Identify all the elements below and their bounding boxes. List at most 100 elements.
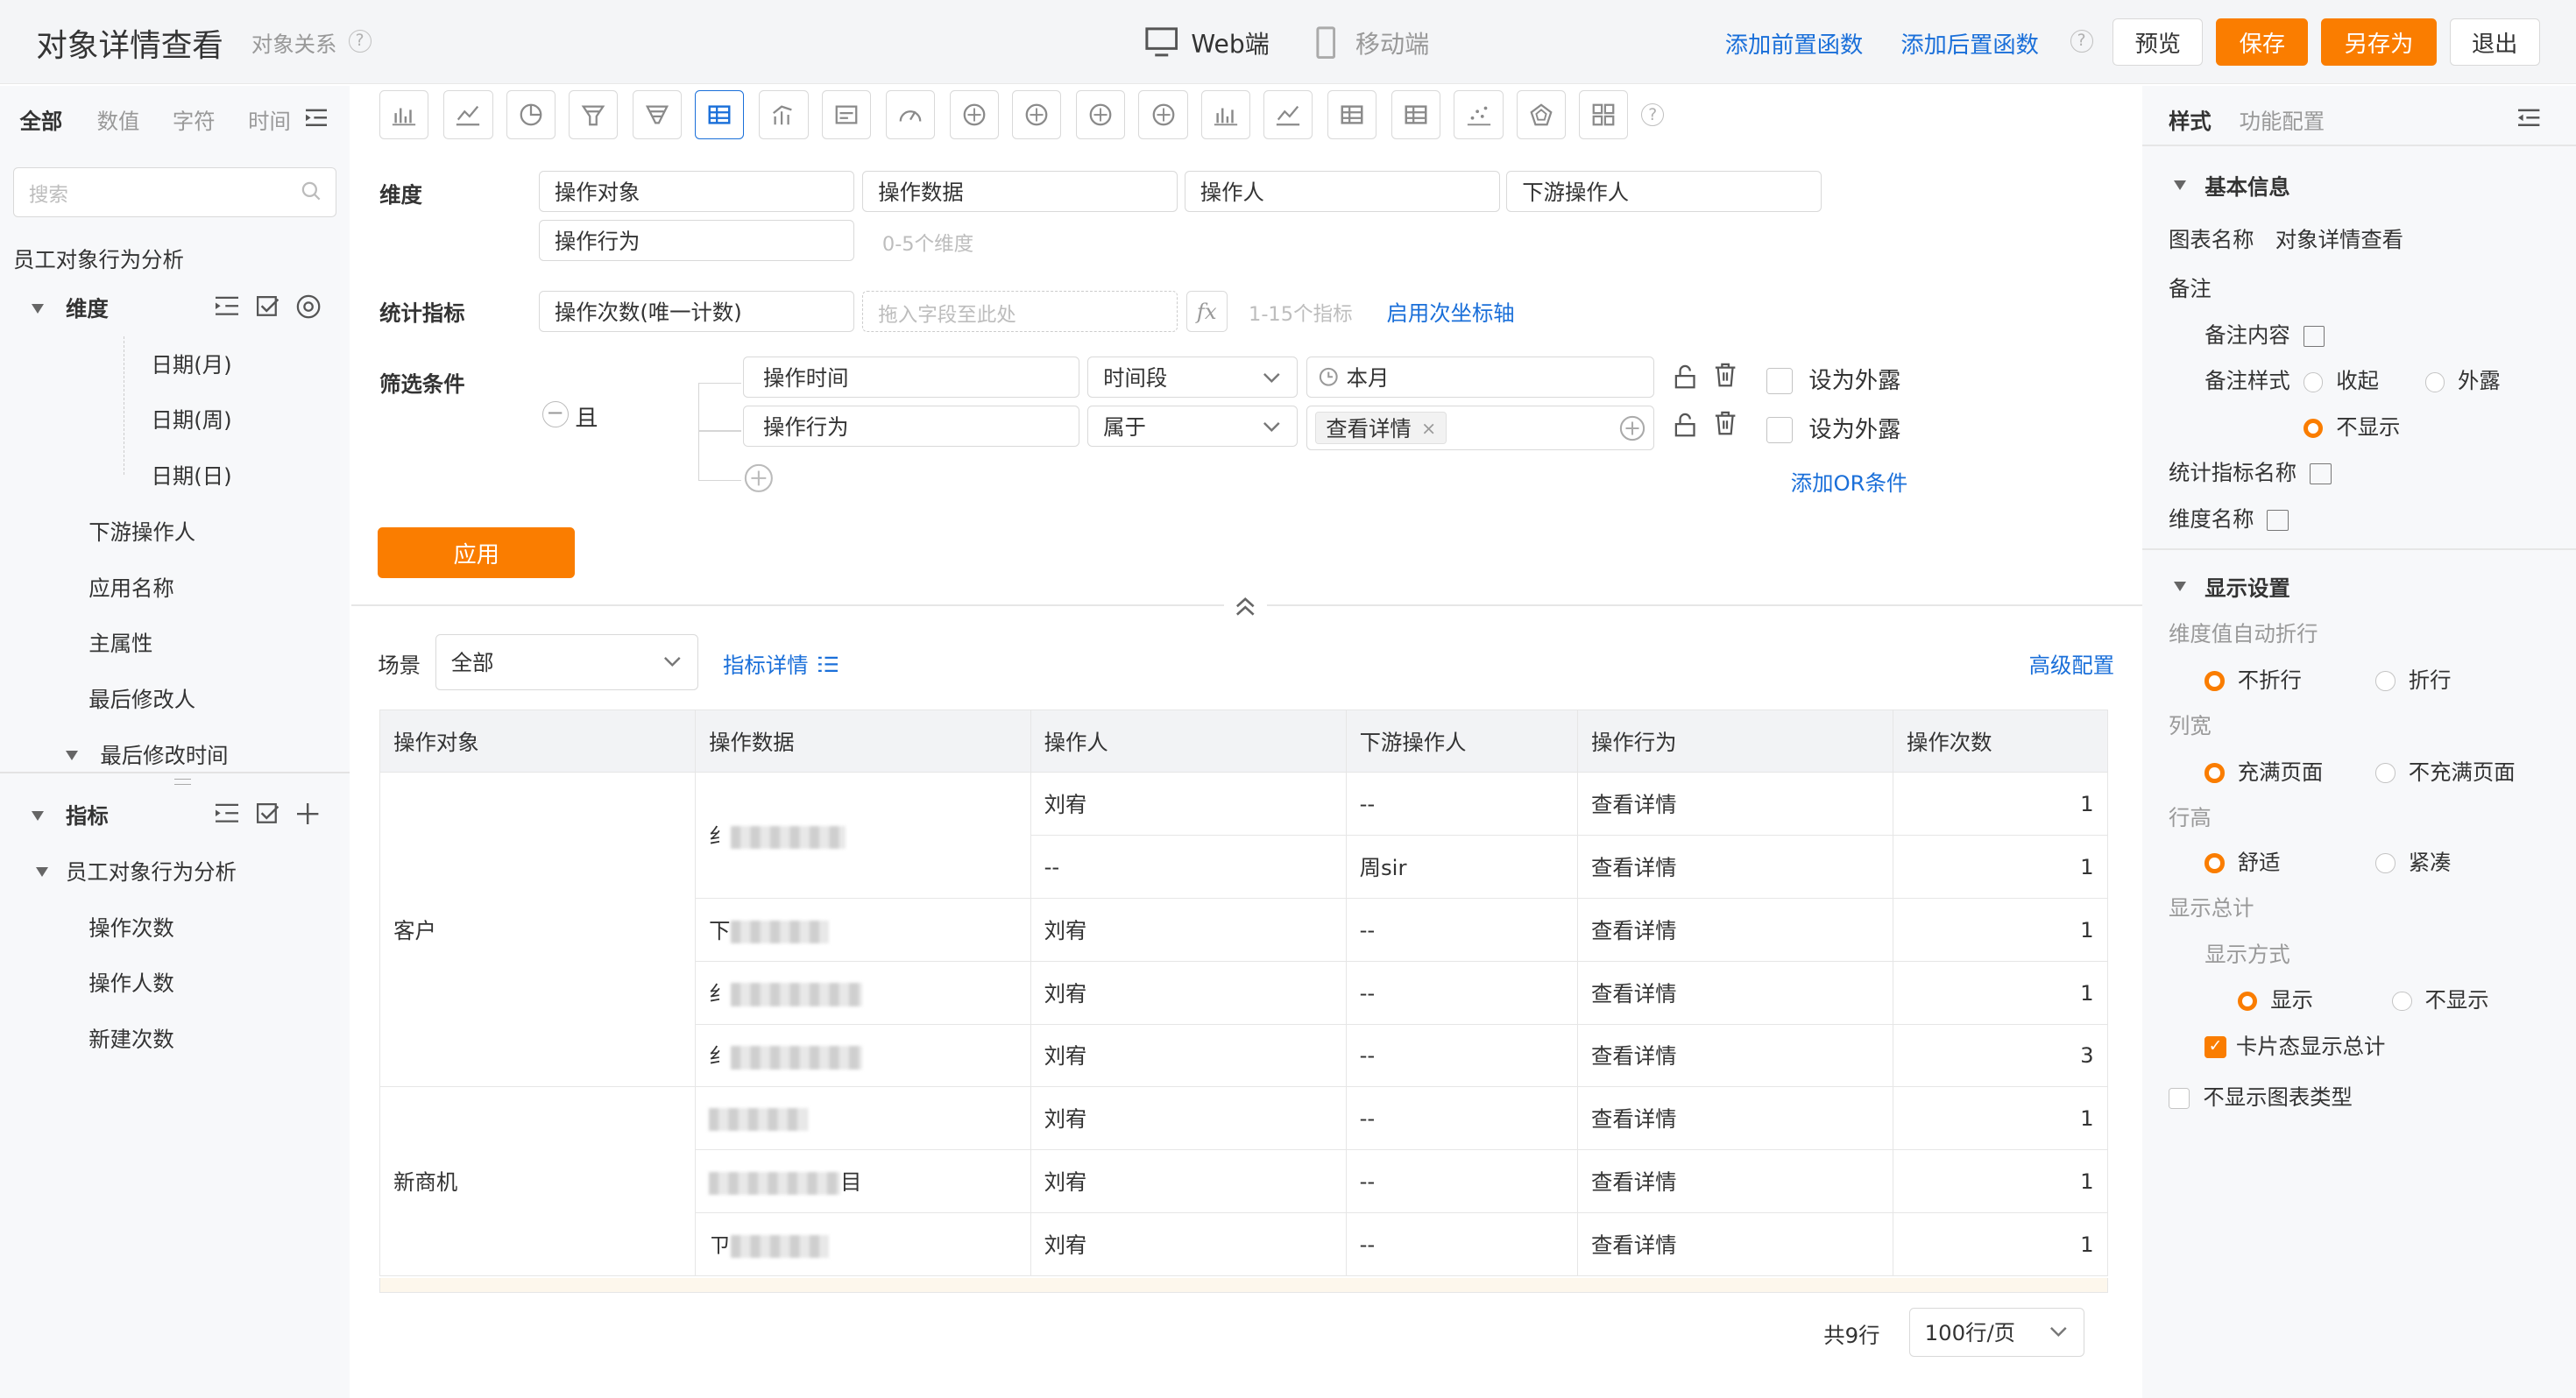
add-or-link[interactable]: 添加OR条件 xyxy=(1791,467,1908,498)
hide-chart-type-option[interactable]: 不显示图表类型 xyxy=(2169,1081,2353,1112)
dimension-field-downstream[interactable]: 下游操作人 xyxy=(1506,171,1822,212)
radio-selected-icon[interactable] xyxy=(2204,853,2225,873)
settings-icon[interactable] xyxy=(296,294,321,319)
filter1-expose[interactable]: 设为外露 xyxy=(1766,362,1900,395)
add-icon[interactable] xyxy=(297,802,319,825)
batch-select-icon[interactable] xyxy=(256,295,280,317)
remove-group-icon[interactable]: − xyxy=(541,400,569,427)
edit-icon[interactable] xyxy=(2267,509,2289,531)
card-total-option[interactable]: ✓ 卡片态显示总计 xyxy=(2204,1030,2385,1061)
metric-detail-link[interactable]: 指标详情 xyxy=(723,649,839,680)
radio-icon[interactable] xyxy=(2392,991,2412,1012)
edit-icon[interactable] xyxy=(2310,463,2332,485)
metric-item-op-users[interactable]: 操作人数 xyxy=(88,967,173,998)
display-collapse-icon[interactable] xyxy=(2173,581,2186,591)
save-button[interactable]: 保存 xyxy=(2216,18,2309,66)
radio-selected-icon[interactable] xyxy=(2204,671,2225,691)
dim-item-app-name[interactable]: 应用名称 xyxy=(88,572,173,603)
filter2-operator[interactable]: 属于 xyxy=(1087,406,1299,447)
filter1-expose-checkbox[interactable] xyxy=(1766,368,1793,394)
radio-icon[interactable] xyxy=(2303,372,2324,392)
col-header-downstream[interactable]: 下游操作人 xyxy=(1345,710,1578,773)
scene-select[interactable]: 全部 xyxy=(435,633,698,690)
radio-selected-icon[interactable] xyxy=(2204,763,2225,783)
chart-type-funnel-alt-icon[interactable] xyxy=(632,90,683,140)
tab-style[interactable]: 样式 xyxy=(2169,105,2212,136)
dimension-collapse-icon[interactable] xyxy=(31,303,44,314)
panel-collapse-icon[interactable] xyxy=(2518,109,2540,127)
chart-type-combo-icon[interactable] xyxy=(759,90,809,140)
dim-name-row[interactable]: 维度名称 xyxy=(2169,503,2289,533)
metric-batch-select-icon[interactable] xyxy=(256,802,280,824)
tab-numeric[interactable]: 数值 xyxy=(97,105,140,136)
exit-button[interactable]: 退出 xyxy=(2449,18,2540,66)
dim-item-downstream[interactable]: 下游操作人 xyxy=(88,516,195,547)
tab-all[interactable]: 全部 xyxy=(20,105,63,136)
collapse-config-toggle[interactable] xyxy=(1223,592,1267,619)
total-show[interactable]: 显示 xyxy=(2237,984,2313,1014)
add-filter-icon[interactable] xyxy=(744,463,774,493)
table-row[interactable]: 新商机 刘宥 -- 查看详情 1 xyxy=(379,1086,2108,1276)
height-comfort[interactable]: 舒适 xyxy=(2204,846,2280,877)
chart-name-value[interactable]: 对象详情查看 xyxy=(2275,223,2403,254)
wrap-yes[interactable]: 折行 xyxy=(2375,664,2451,695)
add-pre-function-link[interactable]: 添加前置函数 xyxy=(1725,26,1864,60)
tag-close-icon[interactable]: × xyxy=(1421,418,1436,439)
chart-type-map-cn-icon[interactable] xyxy=(949,90,999,140)
help-icon[interactable]: ? xyxy=(348,29,372,53)
function-help-icon[interactable]: ? xyxy=(2070,29,2093,53)
dim-item-week[interactable]: 日期(周) xyxy=(152,404,232,434)
filter2-value[interactable]: 查看详情 × xyxy=(1306,406,1655,450)
delete-icon[interactable] xyxy=(1714,363,1737,387)
lock-open-icon[interactable] xyxy=(1674,364,1695,389)
secondary-axis-link[interactable]: 启用次坐标轴 xyxy=(1387,297,1515,328)
total-hide[interactable]: 不显示 xyxy=(2392,984,2489,1014)
chart-type-funnel-icon[interactable] xyxy=(568,90,618,140)
col-header-action[interactable]: 操作行为 xyxy=(1577,710,1893,773)
chart-type-scatter-icon[interactable] xyxy=(1454,90,1504,140)
filter2-expose[interactable]: 设为外露 xyxy=(1766,411,1900,444)
metric-collapse-icon[interactable] xyxy=(31,811,44,822)
col-header-data[interactable]: 操作数据 xyxy=(695,710,1031,773)
filter-logic[interactable]: 且 xyxy=(575,399,598,433)
page-size-select[interactable]: 100行/页 xyxy=(1908,1307,2085,1357)
checkbox-icon[interactable] xyxy=(2169,1087,2190,1109)
metric-indent-icon[interactable] xyxy=(215,803,238,823)
metric-subgroup-collapse-icon[interactable] xyxy=(36,867,49,877)
preview-button[interactable]: 预览 xyxy=(2112,18,2204,66)
wrap-no[interactable]: 不折行 xyxy=(2204,664,2302,695)
filter1-field[interactable]: 操作时间 xyxy=(742,356,1079,398)
radio-selected-icon[interactable] xyxy=(2303,418,2324,438)
filter1-operator[interactable]: 时间段 xyxy=(1087,356,1299,398)
drag-handle-icon[interactable] xyxy=(173,778,191,786)
radio-icon[interactable] xyxy=(2375,671,2396,691)
chart-type-card-icon[interactable] xyxy=(821,90,871,140)
advanced-config-link[interactable]: 高级配置 xyxy=(2029,649,2114,680)
chart-type-dashboard-icon[interactable] xyxy=(1578,90,1629,140)
lock-open-icon[interactable] xyxy=(1674,413,1695,437)
note-style-expose[interactable]: 外露 xyxy=(2424,364,2501,395)
chart-type-bubble-icon[interactable] xyxy=(1138,90,1188,140)
indent-icon[interactable] xyxy=(215,296,238,316)
chart-type-pie-icon[interactable] xyxy=(506,90,556,140)
save-as-button[interactable]: 另存为 xyxy=(2321,18,2437,66)
chart-type-line-icon[interactable] xyxy=(443,90,493,140)
object-relation-link[interactable]: 对象关系 xyxy=(251,28,336,59)
chart-type-bar-icon[interactable] xyxy=(379,90,429,140)
col-header-operator[interactable]: 操作人 xyxy=(1030,710,1347,773)
tab-mobile[interactable]: 移动端 xyxy=(1316,25,1429,60)
dim-item-main-attr[interactable]: 主属性 xyxy=(88,627,152,658)
width-nofill[interactable]: 不充满页面 xyxy=(2375,756,2516,787)
radio-selected-icon[interactable] xyxy=(2237,991,2258,1012)
basic-collapse-icon[interactable] xyxy=(2173,180,2186,191)
filter2-field[interactable]: 操作行为 xyxy=(742,406,1079,447)
add-circle-icon[interactable] xyxy=(1619,415,1645,441)
width-fill[interactable]: 充满页面 xyxy=(2204,756,2323,787)
height-compact[interactable]: 紧凑 xyxy=(2375,846,2451,877)
chart-type-heatmap-icon[interactable] xyxy=(1327,90,1377,140)
filter2-expose-checkbox[interactable] xyxy=(1766,417,1793,444)
search-input[interactable]: 搜索 xyxy=(13,167,337,217)
metric-item-op-count[interactable]: 操作次数 xyxy=(88,912,173,943)
chart-type-radar-icon[interactable] xyxy=(1516,90,1566,140)
list-collapse-icon[interactable] xyxy=(305,109,328,127)
